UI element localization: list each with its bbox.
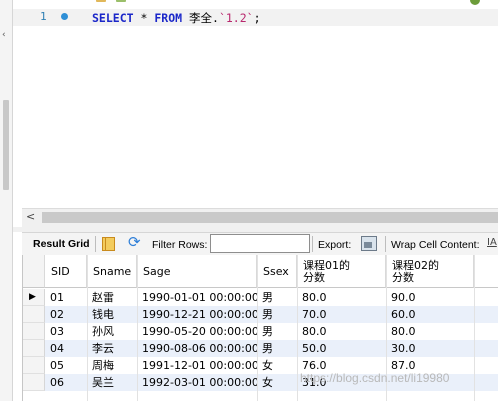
cell-course02[interactable]: 30.0 [386, 340, 474, 357]
sql-schema: 李全. [189, 11, 219, 25]
cell-sid[interactable]: 01 [45, 289, 87, 306]
line-number: 1 [40, 10, 47, 23]
cell-sage[interactable]: 1991-12-01 00:00:00 [137, 357, 257, 374]
collapse-arrow-icon[interactable]: ‹ [2, 30, 10, 40]
cell-sid[interactable]: 06 [45, 374, 87, 391]
grid-view-icon-line [105, 237, 106, 251]
table-row[interactable]: 01 赵雷 1990-01-01 00:00:00 男 80.0 90.0 [45, 289, 498, 306]
toolbar-separator [95, 236, 96, 252]
column-divider [297, 255, 298, 401]
column-divider [474, 255, 475, 401]
cell-ssex[interactable]: 男 [257, 306, 297, 323]
cell-course01[interactable]: 70.0 [297, 306, 386, 323]
sql-statement[interactable]: SELECT * FROM 李全.`1.2`; [92, 10, 261, 26]
sql-terminator: ; [253, 11, 261, 25]
cell-sname[interactable]: 孙风 [87, 323, 137, 340]
sql-star: * [140, 11, 148, 25]
grid-view-icon[interactable] [102, 237, 115, 251]
row-selector[interactable] [23, 340, 45, 357]
column-divider [257, 255, 258, 401]
refresh-icon[interactable]: ⟳ [128, 234, 141, 250]
cell-sid[interactable]: 05 [45, 357, 87, 374]
column-header-sage[interactable]: Sage [137, 255, 257, 288]
sql-keyword-from: FROM [154, 11, 183, 25]
result-grid-tab[interactable]: Result Grid [33, 238, 90, 250]
column-header-course02[interactable]: 课程02的 分数 [386, 255, 474, 288]
watermark: https://blog.csdn.net/li19980 [300, 371, 450, 385]
cell-ssex[interactable]: 男 [257, 340, 297, 357]
row-selector[interactable] [23, 306, 45, 323]
cell-ssex[interactable]: 女 [257, 357, 297, 374]
sql-editor[interactable] [13, 0, 498, 208]
column-header-course01-line2: 分数 [303, 271, 325, 284]
scroll-left-arrow-icon[interactable]: < [26, 210, 35, 223]
cell-course02[interactable]: 90.0 [386, 289, 474, 306]
left-panel-scrollbar[interactable] [3, 100, 9, 190]
filter-rows-input[interactable] [210, 234, 310, 253]
cell-sage[interactable]: 1990-01-01 00:00:00 [137, 289, 257, 306]
column-header-sname[interactable]: Sname [87, 255, 137, 288]
statement-marker-icon [61, 13, 68, 20]
table-row[interactable]: 04 李云 1990-08-06 00:00:00 男 50.0 30.0 [45, 340, 498, 357]
cell-course02[interactable]: 80.0 [386, 323, 474, 340]
column-header-filler [474, 255, 498, 288]
row-selector[interactable] [23, 357, 45, 374]
cell-sid[interactable]: 04 [45, 340, 87, 357]
cell-course01[interactable]: 50.0 [297, 340, 386, 357]
row-selector[interactable] [23, 323, 45, 340]
cell-ssex[interactable]: 男 [257, 323, 297, 340]
current-row-pointer-icon: ▶ [29, 292, 36, 302]
cell-course01[interactable]: 80.0 [297, 289, 386, 306]
column-divider [87, 255, 88, 401]
column-header-sid[interactable]: SID [45, 255, 87, 288]
toolbar-separator [385, 236, 386, 252]
cell-sage[interactable]: 1990-05-20 00:00:00 [137, 323, 257, 340]
cell-sname[interactable]: 李云 [87, 340, 137, 357]
sql-table-name: `1.2` [218, 11, 254, 25]
cell-sage[interactable]: 1990-12-21 00:00:00 [137, 306, 257, 323]
table-row[interactable]: 02 钱电 1990-12-21 00:00:00 男 70.0 60.0 [45, 306, 498, 323]
cell-course01[interactable]: 80.0 [297, 323, 386, 340]
cell-sage[interactable]: 1992-03-01 00:00:00 [137, 374, 257, 391]
cell-sname[interactable]: 吴兰 [87, 374, 137, 391]
cell-ssex[interactable]: 男 [257, 289, 297, 306]
export-label: Export: [318, 239, 352, 251]
cell-sid[interactable]: 02 [45, 306, 87, 323]
wrap-cell-content-label: Wrap Cell Content: [391, 239, 480, 251]
cell-sname[interactable]: 赵雷 [87, 289, 137, 306]
sql-keyword-select: SELECT [92, 11, 134, 25]
export-icon-detail [364, 242, 372, 248]
left-panel-gutter [0, 0, 13, 401]
editor-scroll-thumb[interactable] [42, 212, 498, 223]
cell-sage[interactable]: 1990-08-06 00:00:00 [137, 340, 257, 357]
cell-sid[interactable]: 03 [45, 323, 87, 340]
table-row[interactable]: 03 孙风 1990-05-20 00:00:00 男 80.0 80.0 [45, 323, 498, 340]
row-selector-header[interactable] [23, 255, 45, 288]
toolbar-save-icon[interactable] [116, 0, 126, 2]
filter-rows-label: Filter Rows: [152, 239, 208, 251]
cell-sname[interactable]: 周梅 [87, 357, 137, 374]
column-header-ssex[interactable]: Ssex [257, 255, 297, 288]
column-divider [137, 255, 138, 401]
cell-sname[interactable]: 钱电 [87, 306, 137, 323]
toolbar-folder-icon[interactable] [96, 0, 106, 2]
column-header-course02-line2: 分数 [392, 271, 414, 284]
wrap-cell-icon[interactable]: IA [487, 236, 498, 249]
cell-ssex[interactable]: 女 [257, 374, 297, 391]
cell-course02[interactable]: 60.0 [386, 306, 474, 323]
column-header-course01[interactable]: 课程01的 分数 [297, 255, 386, 288]
toolbar-separator [312, 236, 313, 252]
row-selector[interactable] [23, 374, 45, 391]
